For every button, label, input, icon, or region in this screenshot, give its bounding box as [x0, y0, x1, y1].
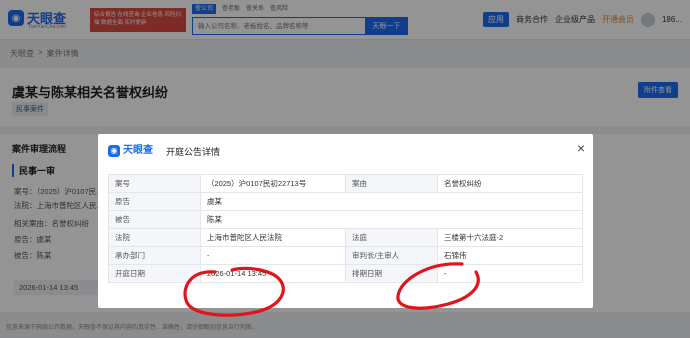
hearing-detail-table: 案号 （2025）沪0107民初22713号 案由 名誉权纠纷 原告 虞某 被告…: [108, 174, 583, 283]
close-icon[interactable]: ×: [577, 141, 585, 155]
label-cause: 案由: [345, 174, 438, 193]
value-defendant: 陈某: [200, 210, 583, 229]
label-schedule-date: 排期日期: [345, 264, 438, 283]
value-schedule-date: -: [437, 264, 583, 283]
table-row: 案号 （2025）沪0107民初22713号 案由 名誉权纠纷: [108, 174, 583, 193]
table-row: 被告 陈某: [108, 210, 583, 229]
label-court: 法院: [108, 228, 201, 247]
modal-title: 开庭公告详情: [166, 147, 221, 157]
table-row: 开庭日期 2026-01-14 13:45 排期日期 -: [108, 264, 583, 283]
modal-logo: ◉ 天眼查: [108, 144, 153, 157]
label-department: 承办部门: [108, 246, 201, 265]
label-defendant: 被告: [108, 210, 201, 229]
modal-logo-text: 天眼查: [123, 145, 153, 156]
modal-logo-eye-icon: ◉: [108, 144, 120, 157]
label-presiding-judge: 审判长/主审人: [345, 246, 438, 265]
hearing-notice-modal: ◉ 天眼查 开庭公告详情 × 案号 （2025）沪0107民初22713号 案由…: [98, 134, 593, 308]
value-plaintiff: 虞某: [200, 192, 583, 211]
label-courtroom: 法庭: [345, 228, 438, 247]
table-row: 法院 上海市普陀区人民法院 法庭 三楼第十六法庭-2: [108, 228, 583, 247]
label-plaintiff: 原告: [108, 192, 201, 211]
table-row: 原告 虞某: [108, 192, 583, 211]
value-cause: 名誉权纠纷: [437, 174, 583, 193]
value-court: 上海市普陀区人民法院: [200, 228, 346, 247]
value-presiding-judge: 石锦伟: [437, 246, 583, 265]
label-case-no: 案号: [108, 174, 201, 193]
value-courtroom: 三楼第十六法庭-2: [437, 228, 583, 247]
modal-header: ◉ 天眼查 开庭公告详情 ×: [98, 134, 593, 166]
table-row: 承办部门 - 审判长/主审人 石锦伟: [108, 246, 583, 265]
value-hearing-date: 2026-01-14 13:45: [200, 264, 346, 283]
value-case-no: （2025）沪0107民初22713号: [200, 174, 346, 193]
value-department: -: [200, 246, 346, 265]
label-hearing-date: 开庭日期: [108, 264, 201, 283]
